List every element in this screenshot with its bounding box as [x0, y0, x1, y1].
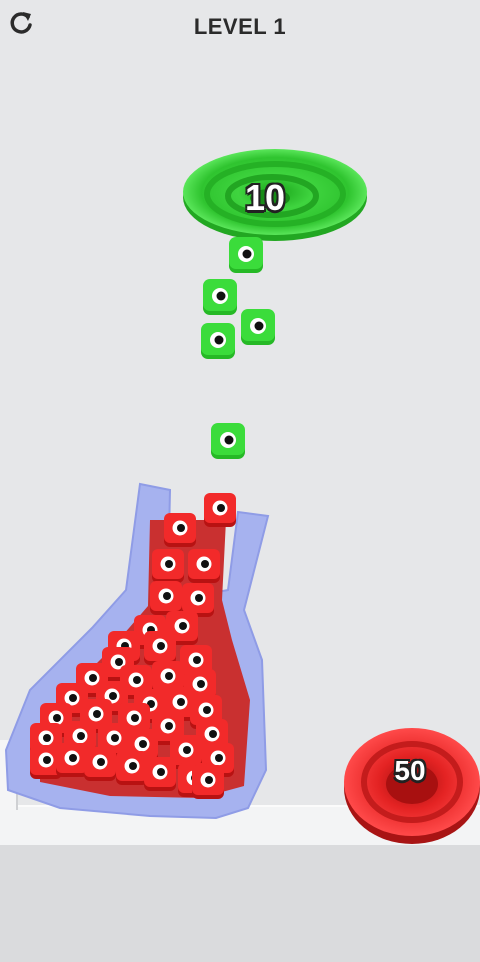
- green-portal-count: 10: [244, 177, 286, 218]
- game-stage[interactable]: LEVEL 1 10 50: [0, 0, 480, 962]
- falling-green-blocks: [201, 237, 275, 459]
- red-portal-count: 50: [394, 755, 426, 786]
- level-title: LEVEL 1: [193, 14, 287, 39]
- scene-svg: [4, 149, 480, 844]
